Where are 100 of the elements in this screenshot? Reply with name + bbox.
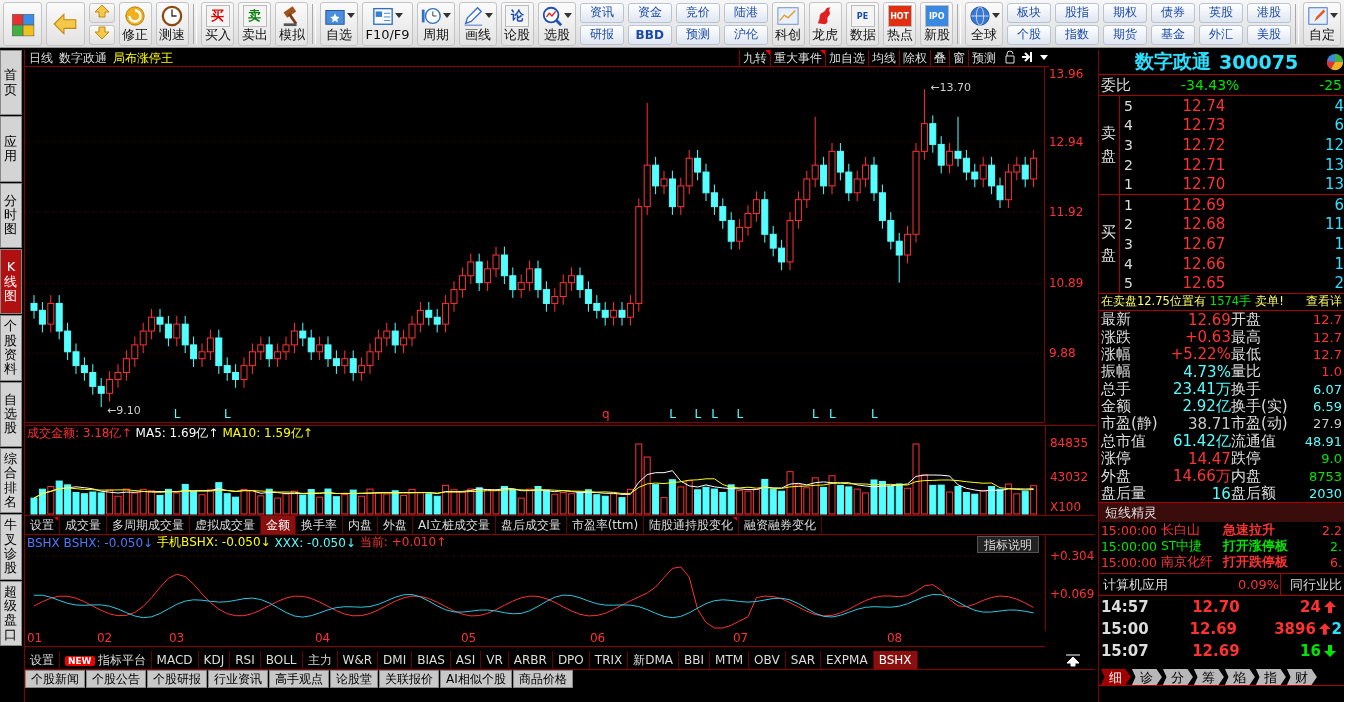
toolbar-button[interactable]: 美股 bbox=[1247, 24, 1292, 45]
candlestick bbox=[946, 142, 954, 174]
order-volume: 13 bbox=[1323, 155, 1344, 174]
panel-tab[interactable]: 焰 bbox=[1224, 669, 1255, 685]
stat-label: 市盈(静) bbox=[1100, 414, 1159, 433]
toolbar-button[interactable]: 买 买入 bbox=[200, 1, 235, 46]
stat-label: 盘后额 bbox=[1230, 484, 1277, 504]
news-tab[interactable]: 商品价格 bbox=[512, 670, 573, 688]
toolbar-button[interactable]: 测速 bbox=[155, 1, 190, 46]
toolbar-button[interactable]: 自定 bbox=[1303, 1, 1342, 46]
industry-change: 0.09% bbox=[1237, 574, 1281, 596]
toolbar-button[interactable]: 板块 bbox=[1007, 2, 1052, 23]
arrow-down-button[interactable] bbox=[88, 24, 115, 45]
toolbar-button[interactable]: 竞价 bbox=[675, 2, 720, 23]
panel-tab[interactable]: 细 bbox=[1100, 669, 1131, 685]
toolbar-button[interactable]: 资讯 bbox=[579, 2, 624, 23]
news-tab[interactable]: AI相似个股 bbox=[439, 670, 512, 688]
news-tab[interactable]: 行业资讯 bbox=[207, 670, 268, 688]
chart-tool-button[interactable]: 均线 bbox=[867, 50, 899, 66]
order-volume: 11 bbox=[1323, 215, 1344, 234]
month-label: 07 bbox=[732, 631, 749, 645]
news-tab[interactable]: 论股堂 bbox=[329, 670, 378, 688]
toolbar-button[interactable]: 画线 bbox=[458, 1, 497, 46]
toolbar-button[interactable]: 预测 bbox=[675, 24, 720, 45]
toolbar-button[interactable]: 股指 bbox=[1055, 2, 1100, 23]
chart-tool-button[interactable]: 加自选 bbox=[824, 50, 868, 66]
toolbar-button[interactable]: 科创 bbox=[771, 1, 805, 46]
indicator-tab[interactable]: 金额 bbox=[260, 516, 296, 534]
indicator-tab[interactable]: BSHX bbox=[873, 651, 918, 669]
side-tab[interactable]: 应用 bbox=[0, 116, 22, 182]
toolbar-button[interactable]: PE 数据 bbox=[845, 1, 880, 46]
panel-tab[interactable]: 指 bbox=[1255, 669, 1286, 685]
candlestick bbox=[551, 287, 559, 313]
toolbar-button[interactable]: 模拟 bbox=[275, 1, 309, 46]
toolbar-button[interactable]: 资金 bbox=[627, 2, 672, 23]
document-icon bbox=[372, 5, 394, 27]
toolbar-button[interactable]: 研报 bbox=[579, 24, 624, 45]
toolbar-button[interactable]: 选股 bbox=[537, 1, 576, 46]
side-tab[interactable]: 超级盘口 bbox=[0, 580, 22, 646]
side-tab[interactable]: K线图 bbox=[0, 249, 22, 315]
lock-icon[interactable] bbox=[1002, 50, 1017, 64]
help-button[interactable]: 指标说明 bbox=[976, 536, 1039, 553]
order-price: 12.66 bbox=[1181, 254, 1227, 273]
toolbar-button[interactable]: 港股 bbox=[1247, 2, 1292, 23]
toolbar-button[interactable]: 沪伦 bbox=[723, 24, 768, 45]
tick-extra: 2 bbox=[1331, 620, 1342, 639]
chart-tool-button[interactable]: 重大事件 bbox=[769, 50, 825, 66]
toolbar-button[interactable]: 龙虎 bbox=[808, 1, 842, 46]
toolbar-button[interactable]: IPO 新股 bbox=[920, 1, 954, 46]
notice-text: 在卖盘12.75位置有 bbox=[1100, 294, 1206, 310]
toolbar-button[interactable]: 基金 bbox=[1151, 24, 1196, 45]
toolbar-button[interactable]: 论 论股 bbox=[500, 1, 534, 46]
toolbar-button[interactable]: 全球 bbox=[965, 1, 1004, 46]
order-level: 1 bbox=[1123, 176, 1134, 193]
arrow-up-button[interactable] bbox=[88, 2, 115, 23]
tick-price: 12.69 bbox=[1188, 620, 1238, 639]
exit-icon[interactable] bbox=[1020, 50, 1035, 64]
toolbar-button[interactable]: 周期 bbox=[416, 1, 455, 46]
panel-tab[interactable]: 分 bbox=[1162, 669, 1193, 685]
toolbar-button[interactable]: 期权 bbox=[1103, 2, 1148, 23]
stat-label: 跌停 bbox=[1230, 449, 1262, 468]
toolbar-button[interactable]: 陆港 bbox=[723, 2, 768, 23]
side-tab[interactable]: 自选股 bbox=[0, 381, 22, 447]
toolbar-button[interactable]: 英股 bbox=[1199, 2, 1244, 23]
toolbar-button[interactable]: F10/F9 bbox=[362, 1, 413, 46]
news-tab[interactable]: 高手观点 bbox=[268, 670, 329, 688]
candlestick bbox=[618, 301, 626, 327]
chart-tool-button[interactable]: 除权 bbox=[898, 50, 930, 66]
toolbar-button[interactable]: 修正 bbox=[118, 1, 152, 46]
toolbar-button[interactable]: 卖 卖出 bbox=[238, 1, 272, 46]
industry-name: 计算机应用 bbox=[1101, 575, 1169, 594]
toolbar-button[interactable]: 债券 bbox=[1151, 2, 1196, 23]
scroll-up-icon[interactable] bbox=[1064, 653, 1081, 667]
toolbar-button[interactable]: HOT 热点 bbox=[883, 1, 917, 46]
toolbar-button[interactable]: 指数 bbox=[1055, 24, 1100, 45]
side-tab[interactable]: 综合排名 bbox=[0, 447, 22, 514]
toolbar-button[interactable]: 期货 bbox=[1103, 24, 1148, 45]
panel-tab[interactable]: 财 bbox=[1286, 669, 1317, 685]
pie-chart-icon[interactable] bbox=[1326, 53, 1344, 71]
stat-label: 涨停 bbox=[1100, 449, 1132, 469]
news-tab[interactable]: 个股研报 bbox=[146, 670, 207, 688]
panel-tab[interactable]: 筹 bbox=[1193, 669, 1224, 685]
toolbar-button[interactable]: 外汇 bbox=[1199, 24, 1244, 45]
chart-tool-button[interactable]: 预测 bbox=[967, 50, 999, 66]
side-tab[interactable]: 个股资料 bbox=[0, 315, 22, 381]
news-tab[interactable]: 关联报价 bbox=[378, 670, 439, 688]
alert-value: 2. bbox=[1329, 538, 1342, 554]
news-tab[interactable]: 个股公告 bbox=[85, 670, 146, 688]
chart-tool-button[interactable]: 九转 bbox=[738, 50, 770, 66]
side-tab[interactable]: 首页 bbox=[0, 50, 22, 116]
toolbar-button[interactable]: 个股 bbox=[1007, 24, 1052, 45]
toolbar-button[interactable]: 自选 bbox=[320, 1, 359, 46]
toolbar-button[interactable] bbox=[3, 1, 42, 46]
news-tab[interactable]: 个股新闻 bbox=[24, 670, 85, 688]
panel-tab[interactable]: 诊 bbox=[1131, 669, 1162, 685]
details-link[interactable]: 查看详 bbox=[1306, 294, 1342, 310]
alert-stock: 南京化纤 bbox=[1160, 553, 1214, 571]
toolbar-button[interactable]: BBD bbox=[627, 24, 672, 45]
side-tab[interactable]: 分时图 bbox=[0, 182, 22, 248]
side-tab[interactable]: 牛叉诊股 bbox=[0, 514, 22, 580]
